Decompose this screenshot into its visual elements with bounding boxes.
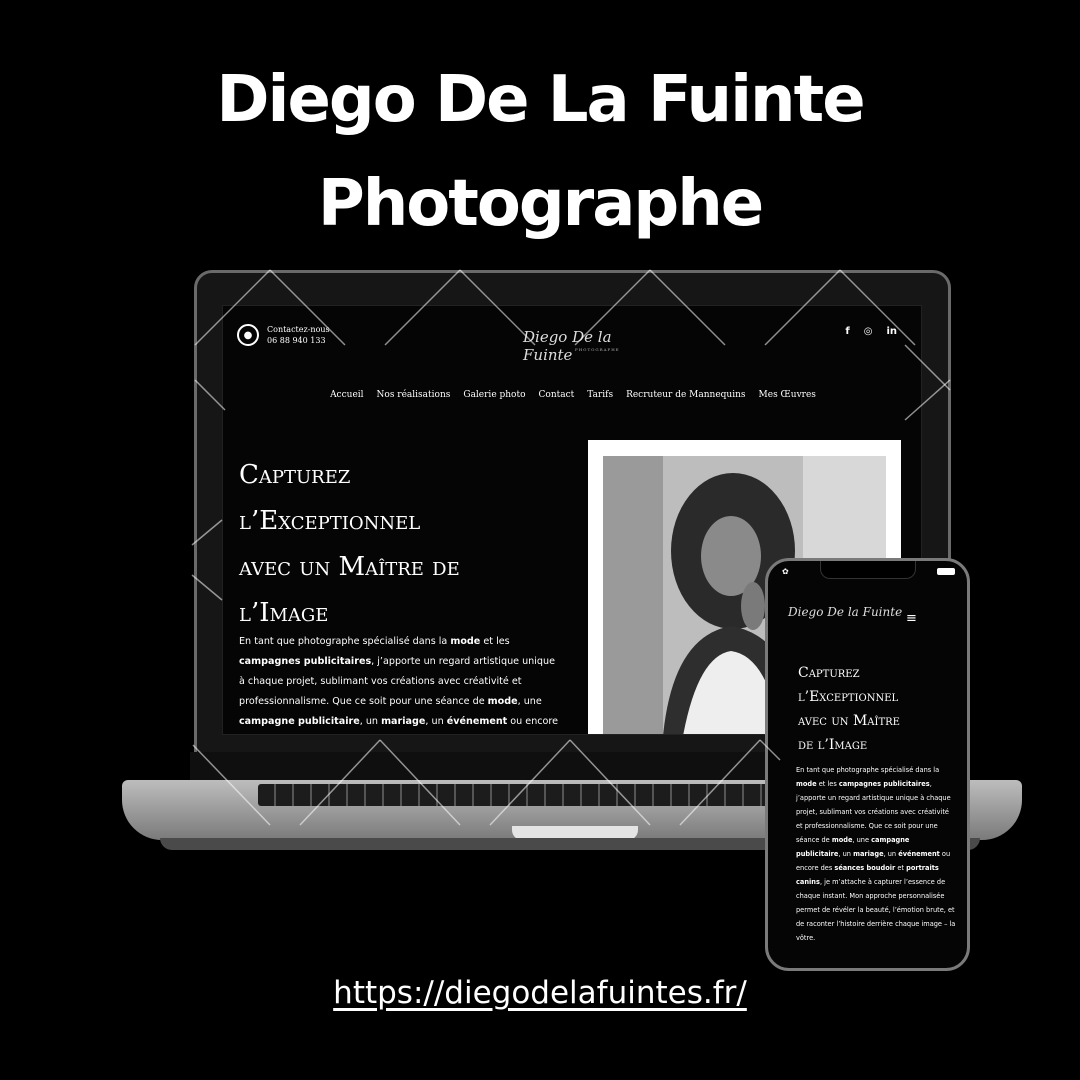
paragraph-text: et les bbox=[480, 636, 510, 647]
linkedin-icon[interactable]: in bbox=[886, 326, 897, 337]
phone-hero-paragraph: En tant que photographe spécialisé dans … bbox=[796, 763, 956, 945]
paragraph-text: , j’apporte un regard artistique unique … bbox=[796, 780, 951, 844]
emphasis-text: séances boudoir bbox=[834, 864, 896, 872]
emphasis-text: mariage bbox=[853, 850, 884, 858]
phone-status-icon: ✿ bbox=[782, 567, 789, 576]
emphasis-text: événement bbox=[446, 716, 508, 727]
paragraph-text: et bbox=[895, 864, 907, 872]
paragraph-text: , un bbox=[838, 850, 854, 858]
emphasis-text: mode bbox=[450, 636, 481, 647]
paragraph-text: En tant que photographe spécialisé dans … bbox=[796, 766, 940, 774]
nav-item-realisations[interactable]: Nos réalisations bbox=[377, 390, 451, 400]
nav-item-accueil[interactable]: Accueil bbox=[330, 390, 363, 400]
hero-title-line: l’Exceptionnel bbox=[239, 506, 421, 536]
paragraph-text: , un bbox=[425, 716, 447, 727]
hero-title-line: l’Image bbox=[239, 598, 329, 628]
social-links: f ◎ in bbox=[845, 326, 897, 337]
phone-logo[interactable]: Diego De la Fuinte bbox=[788, 605, 902, 619]
site-logo[interactable]: Diego De la Fuinte PHOTOGRAPHE bbox=[523, 328, 620, 364]
nav-item-galerie[interactable]: Galerie photo bbox=[463, 390, 525, 400]
phone-title-line: Capturez bbox=[798, 665, 860, 681]
hamburger-menu-icon[interactable]: ≡ bbox=[906, 611, 917, 626]
paragraph-text: , je m’attache à capturer l’essence de c… bbox=[796, 878, 956, 942]
contact-phone: 06 88 940 133 bbox=[267, 336, 326, 345]
nav-item-recruteur[interactable]: Recruteur de Mannequins bbox=[626, 390, 745, 400]
emphasis-text: mode bbox=[831, 836, 853, 844]
instagram-icon[interactable]: ◎ bbox=[864, 326, 873, 337]
phone-title-line: avec un Maître bbox=[798, 713, 900, 729]
paragraph-text: , un bbox=[883, 850, 899, 858]
paragraph-text: , une bbox=[852, 836, 872, 844]
nav-item-contact[interactable]: Contact bbox=[539, 390, 575, 400]
emphasis-text: mode bbox=[796, 780, 817, 788]
phone-title-line: de l’Image bbox=[798, 737, 868, 753]
hero-title-line: Capturez bbox=[239, 460, 351, 490]
emphasis-text: événement bbox=[898, 850, 940, 858]
logo-signature: Diego De la Fuinte bbox=[523, 328, 612, 364]
emphasis-text: campagne publicitaire bbox=[239, 716, 360, 727]
headline-name: Diego De La Fuinte bbox=[216, 63, 865, 137]
emphasis-text: mariage bbox=[381, 716, 426, 727]
hero-paragraph: En tant que photographe spécialisé dans … bbox=[239, 632, 559, 732]
phone-notch bbox=[820, 561, 916, 579]
contact-block[interactable]: ● Contactez-nous 06 88 940 133 bbox=[237, 324, 330, 346]
facebook-icon[interactable]: f bbox=[845, 326, 849, 337]
phone-hero-title: Capturez l’Exceptionnel avec un Maître d… bbox=[798, 661, 958, 757]
headline-role: Photographe bbox=[317, 167, 764, 241]
phone-title-line: l’Exceptionnel bbox=[798, 689, 899, 705]
paragraph-text: , une bbox=[517, 696, 542, 707]
main-nav: Accueil Nos réalisations Galerie photo C… bbox=[223, 390, 921, 400]
website-url-link[interactable]: https://diegodelafuintes.fr/ bbox=[0, 975, 1080, 1011]
contact-label: Contactez-nous bbox=[267, 325, 330, 334]
paragraph-text: En tant que photographe spécialisé dans … bbox=[239, 636, 451, 647]
hero-title: Capturez l’Exceptionnel avec un Maître d… bbox=[239, 452, 569, 636]
logo-subtitle: PHOTOGRAPHE bbox=[575, 347, 620, 352]
chat-icon: ● bbox=[237, 324, 259, 346]
emphasis-text: campagnes publicitaires bbox=[838, 780, 930, 788]
phone-mockup: ✿ Diego De la Fuinte ≡ Capturez l’Except… bbox=[765, 558, 970, 971]
hero-title-line: avec un Maître de bbox=[239, 552, 460, 582]
nav-item-tarifs[interactable]: Tarifs bbox=[587, 390, 613, 400]
paragraph-text: ou encore bbox=[507, 716, 559, 727]
headline: Diego De La Fuinte Photographe bbox=[0, 48, 1080, 256]
paragraph-text: et les bbox=[816, 780, 839, 788]
emphasis-text: campagnes publicitaires bbox=[239, 656, 372, 667]
nav-item-oeuvres[interactable]: Mes Œuvres bbox=[759, 390, 816, 400]
paragraph-text: , un bbox=[359, 716, 382, 727]
battery-icon bbox=[937, 568, 955, 575]
emphasis-text: mode bbox=[487, 696, 518, 707]
